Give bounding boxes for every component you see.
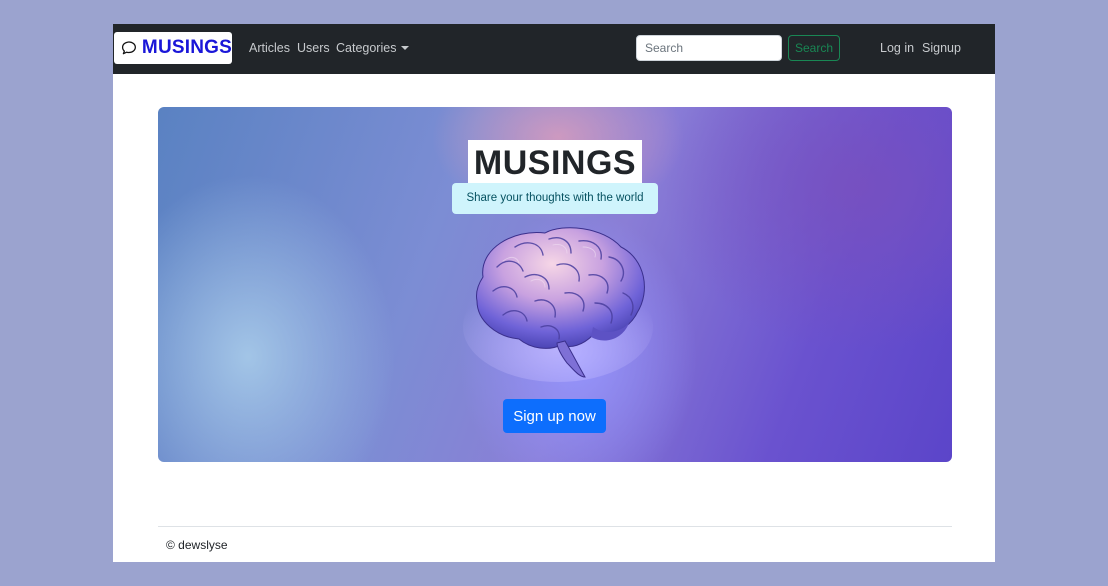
chat-bubble-icon: [121, 41, 136, 55]
caret-down-icon: [401, 46, 410, 50]
footer-divider: [158, 526, 952, 527]
hero-subtitle: Share your thoughts with the world: [452, 183, 658, 214]
app-window: MUSINGS Articles Users Categories Search…: [113, 24, 995, 562]
brand-logo-link[interactable]: MUSINGS: [114, 32, 232, 64]
search-button[interactable]: Search: [788, 35, 840, 61]
hero-title: MUSINGS: [468, 140, 642, 184]
top-navbar: MUSINGS Articles Users Categories Search…: [113, 24, 995, 74]
brand-name: MUSINGS: [141, 37, 232, 58]
nav-link-users[interactable]: Users: [297, 41, 330, 55]
nav-dropdown-categories[interactable]: Categories: [336, 41, 410, 55]
brain-illustration: [463, 227, 653, 382]
search-input[interactable]: [636, 35, 782, 61]
nav-link-signup[interactable]: Signup: [922, 41, 961, 55]
footer-copyright: © dewslyse: [166, 538, 228, 552]
nav-link-articles[interactable]: Articles: [249, 41, 290, 55]
nav-link-login[interactable]: Log in: [880, 41, 914, 55]
sign-up-now-button[interactable]: Sign up now: [503, 399, 606, 433]
hero-banner: MUSINGS Share your thoughts with the wor…: [158, 107, 952, 462]
categories-label: Categories: [336, 41, 397, 55]
